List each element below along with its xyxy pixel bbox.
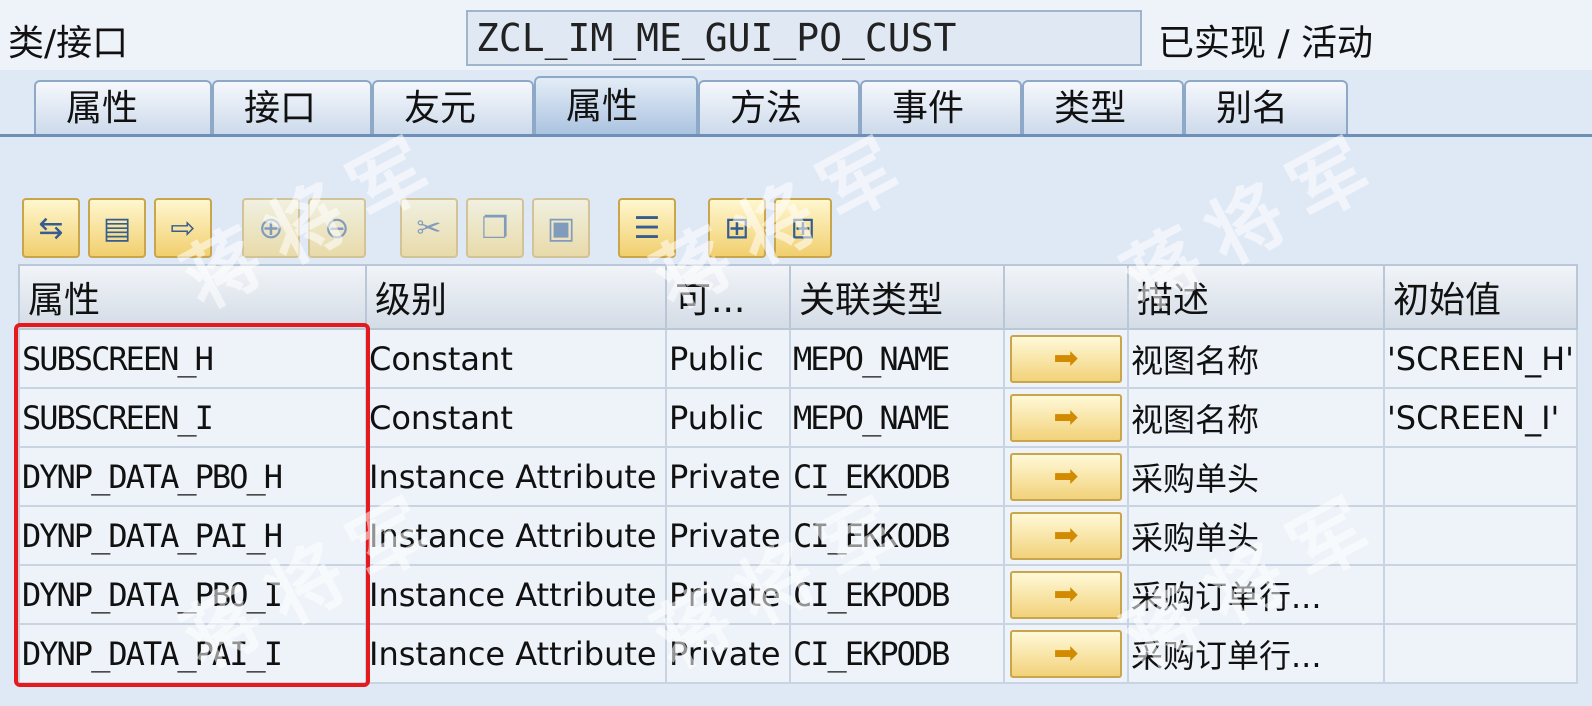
col-header-initial-value[interactable]: 初始值 (1383, 264, 1578, 330)
tab-attributes-1[interactable]: 属性 (34, 80, 212, 136)
attribute-initial-value[interactable] (1383, 623, 1578, 684)
class-interface-label: 类/接口 (8, 23, 129, 64)
type-nav-button[interactable]: ➡ (1010, 570, 1122, 619)
attribute-visibility[interactable]: Public (665, 387, 791, 448)
type-nav-button[interactable]: ➡ (1010, 452, 1122, 501)
attribute-description[interactable]: 视图名称 (1127, 328, 1385, 389)
insert-row-icon[interactable]: ⊕ (242, 198, 300, 258)
attribute-visibility[interactable]: Public (665, 328, 791, 389)
attribute-initial-value[interactable]: 'SCREEN_H' (1383, 328, 1578, 389)
attribute-visibility[interactable]: Private (665, 505, 791, 566)
paste-icon[interactable]: ▣ (532, 198, 590, 258)
attribute-visibility[interactable]: Private (665, 564, 791, 625)
tab-friends[interactable]: 友元 (372, 80, 534, 136)
attribute-level[interactable]: Instance Attribute (365, 623, 667, 684)
attribute-description[interactable]: 视图名称 (1127, 387, 1385, 448)
header-bar: 类/接口 ZCL_IM_ME_GUI_PO_CUST 已实现 / 活动 (0, 0, 1592, 70)
col-header-level[interactable]: 级别 (365, 264, 667, 330)
attribute-name[interactable]: DYNP_DATA_PAI_H (18, 505, 367, 566)
attribute-name[interactable]: SUBSCREEN_H (18, 328, 367, 389)
col-header-visibility[interactable]: 可... (665, 264, 791, 330)
type-nav-cell: ➡ (1003, 446, 1129, 507)
copy-icon[interactable]: ❐ (466, 198, 524, 258)
col-header-assoc-type[interactable]: 关联类型 (789, 264, 1005, 330)
attribute-level[interactable]: Constant (365, 387, 667, 448)
type-nav-cell: ➡ (1003, 505, 1129, 566)
col-header-attribute[interactable]: 属性 (18, 264, 367, 330)
col-header-description[interactable]: 描述 (1127, 264, 1385, 330)
type-nav-button[interactable]: ➡ (1010, 334, 1122, 383)
arrow-right-icon: ➡ (1053, 341, 1079, 376)
tab-attributes-active[interactable]: 属性 (534, 76, 698, 136)
attribute-initial-value[interactable] (1383, 446, 1578, 507)
attribute-level[interactable]: Instance Attribute (365, 446, 667, 507)
arrow-right-icon: ➡ (1053, 459, 1079, 494)
cut-icon[interactable]: ✂ (400, 198, 458, 258)
col-header-blank (1003, 264, 1129, 330)
tab-methods[interactable]: 方法 (698, 80, 860, 136)
attribute-visibility[interactable]: Private (665, 446, 791, 507)
attribute-initial-value[interactable]: 'SCREEN_I' (1383, 387, 1578, 448)
attribute-description[interactable]: 采购单头 (1127, 446, 1385, 507)
type-nav-button[interactable]: ➡ (1010, 393, 1122, 442)
type-nav-cell: ➡ (1003, 387, 1129, 448)
tab-interfaces[interactable]: 接口 (212, 80, 372, 136)
type-nav-cell: ➡ (1003, 328, 1129, 389)
navigate-icon[interactable]: ⇆ (22, 198, 80, 258)
find-icon[interactable]: ⊞ (708, 198, 766, 258)
tab-events[interactable]: 事件 (860, 80, 1022, 136)
attribute-name[interactable]: DYNP_DATA_PBO_I (18, 564, 367, 625)
attribute-description[interactable]: 采购单头 (1127, 505, 1385, 566)
move-icon[interactable]: ⇨ (154, 198, 212, 258)
arrow-right-icon: ➡ (1053, 518, 1079, 553)
activation-status: 已实现 / 活动 (1158, 23, 1374, 64)
attribute-initial-value[interactable] (1383, 564, 1578, 625)
attribute-name[interactable]: DYNP_DATA_PBO_H (18, 446, 367, 507)
table-row[interactable]: DYNP_DATA_PBO_I Instance Attribute Priva… (18, 564, 1578, 625)
attribute-name[interactable]: SUBSCREEN_I (18, 387, 367, 448)
delete-row-icon[interactable]: ⊖ (308, 198, 366, 258)
arrow-right-icon: ➡ (1053, 577, 1079, 612)
type-nav-cell: ➡ (1003, 564, 1129, 625)
layers-icon[interactable]: ☰ (618, 198, 676, 258)
type-nav-cell: ➡ (1003, 623, 1129, 684)
type-nav-button[interactable]: ➡ (1010, 629, 1122, 678)
detail-view-icon[interactable]: ▤ (88, 198, 146, 258)
attributes-table: 属性 级别 可... 关联类型 描述 初始值 SUBSCREEN_H Const… (18, 264, 1578, 684)
attribute-level[interactable]: Constant (365, 328, 667, 389)
table-row[interactable]: DYNP_DATA_PAI_I Instance Attribute Priva… (18, 623, 1578, 684)
attribute-name[interactable]: DYNP_DATA_PAI_I (18, 623, 367, 684)
associated-type[interactable]: CI_EKPODB (789, 623, 1005, 684)
arrow-right-icon: ➡ (1053, 636, 1079, 671)
tab-types[interactable]: 类型 (1022, 80, 1184, 136)
attribute-description[interactable]: 采购订单行... (1127, 623, 1385, 684)
tab-aliases[interactable]: 别名 (1184, 80, 1348, 136)
type-nav-button[interactable]: ➡ (1010, 511, 1122, 560)
tab-strip: 属性 接口 友元 属性 方法 事件 类型 别名 (0, 72, 1592, 136)
table-row[interactable]: DYNP_DATA_PBO_H Instance Attribute Priva… (18, 446, 1578, 507)
table-row[interactable]: SUBSCREEN_I Constant Public MEPO_NAME ➡ … (18, 387, 1578, 448)
attribute-initial-value[interactable] (1383, 505, 1578, 566)
find-next-icon[interactable]: ⊞ (774, 198, 832, 258)
table-row[interactable]: SUBSCREEN_H Constant Public MEPO_NAME ➡ … (18, 328, 1578, 389)
attribute-description[interactable]: 采购订单行... (1127, 564, 1385, 625)
associated-type[interactable]: CI_EKPODB (789, 564, 1005, 625)
table-row[interactable]: DYNP_DATA_PAI_H Instance Attribute Priva… (18, 505, 1578, 566)
attribute-visibility[interactable]: Private (665, 623, 791, 684)
attribute-level[interactable]: Instance Attribute (365, 505, 667, 566)
attribute-level[interactable]: Instance Attribute (365, 564, 667, 625)
class-name-field[interactable]: ZCL_IM_ME_GUI_PO_CUST (466, 10, 1142, 66)
associated-type[interactable]: MEPO_NAME (789, 387, 1005, 448)
associated-type[interactable]: CI_EKKODB (789, 505, 1005, 566)
associated-type[interactable]: MEPO_NAME (789, 328, 1005, 389)
associated-type[interactable]: CI_EKKODB (789, 446, 1005, 507)
arrow-right-icon: ➡ (1053, 400, 1079, 435)
table-header-row: 属性 级别 可... 关联类型 描述 初始值 (18, 264, 1578, 330)
